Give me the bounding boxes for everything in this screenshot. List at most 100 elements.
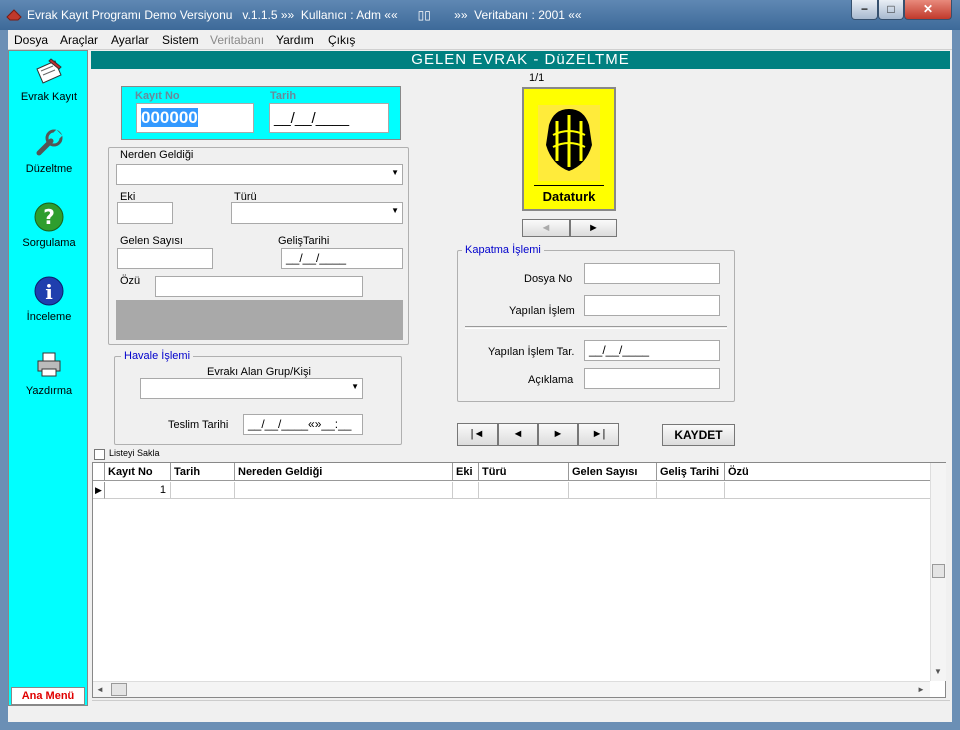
table-cell-tarih[interactable] [171, 482, 235, 499]
grid-indicator-header [93, 463, 105, 481]
sidebar-item-inceleme[interactable]: i İnceleme [9, 275, 89, 323]
teslim-label: Teslim Tarihi [168, 419, 229, 431]
menu-sistem[interactable]: Sistem [162, 33, 199, 47]
aciklama-input[interactable] [584, 368, 720, 389]
sidebar-item-label: Evrak Kayıt [20, 91, 78, 103]
sidebar-item-duzeltme[interactable]: Düzeltme [9, 127, 89, 175]
sidebar-item-evrak-kayit[interactable]: Evrak Kayıt [9, 55, 89, 103]
yapilan-islem-input[interactable] [584, 295, 720, 316]
menu-dosya[interactable]: Dosya [14, 33, 48, 47]
menu-veritabani[interactable]: Veritabanı [210, 33, 264, 47]
ozu-input[interactable] [155, 276, 363, 297]
gelen-sayisi-label: Gelen Sayısı [120, 235, 183, 247]
alan-combo[interactable] [140, 378, 363, 399]
nerden-label: Nerden Geldiği [117, 149, 197, 161]
table-cell-gelen-sayisi[interactable] [569, 482, 657, 499]
ana-menu-button[interactable]: Ana Menü [11, 687, 85, 705]
image-prev-button[interactable]: ◄ [522, 219, 570, 237]
nav-last-button[interactable]: ►| [578, 423, 619, 446]
maximize-button[interactable]: □ [878, 0, 904, 20]
ozu-memo[interactable] [116, 300, 403, 340]
sidebar-item-sorgulama[interactable]: ? Sorgulama [9, 201, 89, 249]
row-indicator-icon: ▶ [93, 482, 105, 499]
eki-input[interactable] [117, 202, 173, 224]
table-cell-gelis-tarihi[interactable] [657, 482, 725, 499]
nav-prev-button[interactable]: ◄ [498, 423, 538, 446]
records-grid[interactable]: Kayıt No Tarih Nereden Geldiği Eki Türü … [92, 462, 946, 698]
dataturk-logo-icon [538, 105, 600, 181]
question-icon: ? [34, 202, 64, 232]
svg-text:?: ? [43, 205, 55, 229]
scroll-left-icon[interactable]: ◄ [96, 685, 104, 694]
app-icon [6, 9, 22, 21]
svg-text:i: i [45, 280, 53, 304]
pen-paper-icon [36, 58, 62, 84]
sidebar: Evrak Kayıt Düzeltme ? Sorgulama i İncel… [8, 50, 88, 706]
kapatma-divider [465, 326, 727, 329]
image-counter: 1/1 [529, 72, 545, 84]
image-next-button[interactable]: ► [570, 219, 617, 237]
col-nereden[interactable]: Nereden Geldiği [235, 463, 453, 481]
info-icon: i [34, 276, 64, 306]
logo-image: Dataturk [522, 87, 616, 211]
teslim-input[interactable]: __/__/____«»__:__ [243, 414, 363, 435]
table-cell-eki[interactable] [453, 482, 479, 499]
listeyi-sakla-checkbox[interactable] [94, 449, 105, 460]
dosya-no-input[interactable] [584, 263, 720, 284]
kayit-no-value: 000000 [141, 108, 198, 127]
menu-araclar[interactable]: Araçlar [60, 33, 98, 47]
col-gelis-tarihi[interactable]: Geliş Tarihi [657, 463, 725, 481]
table-cell-nereden[interactable] [235, 482, 453, 499]
kayit-no-label: Kayıt No [135, 90, 180, 102]
vertical-scrollbar[interactable]: ▼ [930, 463, 946, 681]
close-button[interactable]: ✕ [904, 0, 952, 20]
printer-icon [37, 352, 61, 377]
nerden-combo[interactable] [116, 164, 403, 185]
horizontal-scroll-thumb[interactable] [111, 683, 127, 696]
menu-yardim[interactable]: Yardım [276, 33, 314, 47]
sidebar-item-yazdirma[interactable]: Yazdırma [9, 349, 89, 397]
table-cell-kayit-no[interactable]: 1 [105, 482, 171, 499]
minimize-button[interactable]: − [851, 0, 878, 20]
gelis-tarihi-label: GelişTarihi [278, 235, 330, 247]
dosya-no-label: Dosya No [524, 273, 573, 285]
gelis-tarihi-input[interactable]: __/__/____ [281, 248, 403, 269]
alan-label: Evrakı Alan Grup/Kişi [207, 366, 311, 378]
sidebar-item-label: İnceleme [26, 311, 72, 323]
menu-cikis[interactable]: Çıkış [328, 33, 355, 47]
ozu-label: Özü [120, 275, 141, 287]
tarih-label: Tarih [270, 90, 297, 102]
table-cell-ozu[interactable] [725, 482, 931, 499]
title-bar: Evrak Kayıt Programı Demo Versiyonu v.1.… [0, 0, 960, 30]
vertical-scroll-thumb[interactable] [932, 564, 945, 578]
col-ozu[interactable]: Özü [725, 463, 931, 481]
listeyi-sakla-label: Listeyi Sakla [109, 448, 160, 458]
sidebar-item-label: Düzeltme [25, 163, 73, 175]
menu-ayarlar[interactable]: Ayarlar [111, 33, 149, 47]
window-title: Evrak Kayıt Programı Demo Versiyonu v.1.… [27, 8, 582, 22]
horizontal-scrollbar[interactable]: ◄ ► [93, 681, 930, 697]
col-eki[interactable]: Eki [453, 463, 479, 481]
turu-combo[interactable] [231, 202, 403, 224]
page-title: GELEN EVRAK - DüZELTME [91, 51, 950, 69]
yapilan-islem-label: Yapılan İşlem [509, 305, 575, 317]
col-turu[interactable]: Türü [479, 463, 569, 481]
scroll-down-icon[interactable]: ▼ [934, 667, 942, 676]
kayit-no-input[interactable]: 000000 [136, 103, 254, 133]
yapilan-islem-tar-label: Yapılan İşlem Tar. [488, 346, 575, 358]
menu-bar: Dosya Araçlar Ayarlar Sistem Veritabanı … [8, 30, 952, 50]
nav-next-button[interactable]: ► [538, 423, 578, 446]
col-tarih[interactable]: Tarih [171, 463, 235, 481]
col-gelen-sayisi[interactable]: Gelen Sayısı [569, 463, 657, 481]
nav-first-button[interactable]: |◄ [457, 423, 498, 446]
scroll-right-icon[interactable]: ► [917, 685, 925, 694]
logo-text: Dataturk [542, 189, 596, 204]
status-bar [92, 700, 950, 720]
save-button[interactable]: KAYDET [662, 424, 735, 446]
col-kayit-no[interactable]: Kayıt No [105, 463, 171, 481]
yapilan-islem-tar-input[interactable]: __/__/____ [584, 340, 720, 361]
sidebar-item-label: Yazdırma [25, 385, 73, 397]
tarih-input[interactable]: __/__/____ [269, 103, 389, 133]
gelen-sayisi-input[interactable] [117, 248, 213, 269]
table-cell-turu[interactable] [479, 482, 569, 499]
